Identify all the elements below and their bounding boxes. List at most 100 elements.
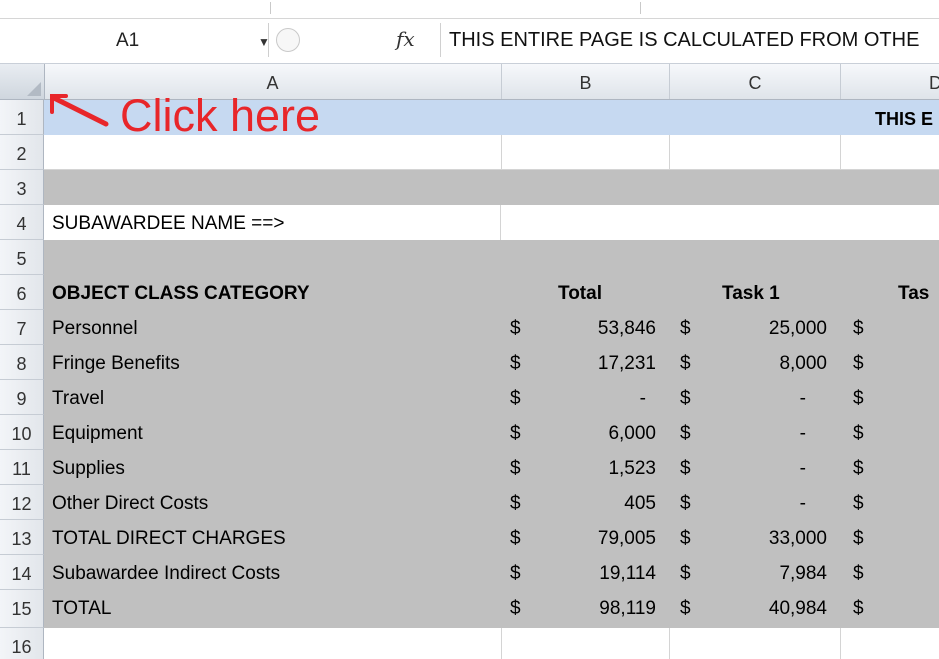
row-16: 16: [0, 628, 939, 659]
formula-controls: fx: [268, 23, 438, 57]
formula-bar: A1 ▼ fx THIS ENTIRE PAGE IS CALCULATED F…: [0, 19, 939, 64]
currency-symbol: $: [680, 458, 691, 479]
currency-symbol: $: [680, 493, 691, 514]
currency-symbol: $: [853, 423, 864, 444]
currency-symbol: $: [853, 528, 864, 549]
task1-value[interactable]: 40,984: [720, 590, 827, 628]
column-header-c[interactable]: C: [670, 64, 841, 99]
task2-header[interactable]: Tas: [898, 275, 939, 310]
currency-symbol: $: [853, 458, 864, 479]
currency-symbol: $: [510, 493, 521, 514]
category-label[interactable]: TOTAL DIRECT CHARGES: [44, 520, 484, 555]
row-header-6[interactable]: 6: [0, 275, 44, 310]
task1-value[interactable]: -: [720, 415, 806, 453]
category-label[interactable]: Other Direct Costs: [44, 485, 484, 520]
total-value[interactable]: 53,846: [560, 310, 656, 348]
category-label[interactable]: Travel: [44, 380, 484, 415]
budget-row: Other Direct Costs $405 $ - $: [0, 485, 939, 520]
total-value[interactable]: 98,119: [560, 590, 656, 628]
total-value[interactable]: 19,114: [560, 555, 656, 593]
total-value[interactable]: 6,000: [560, 415, 656, 453]
currency-symbol: $: [510, 528, 521, 549]
gridline: [840, 628, 841, 659]
currency-symbol: $: [853, 388, 864, 409]
task1-value[interactable]: 8,000: [720, 345, 827, 383]
total-value[interactable]: 17,231: [560, 345, 656, 383]
total-value[interactable]: -: [560, 380, 646, 418]
task1-value[interactable]: -: [720, 450, 806, 488]
gridline: [501, 135, 502, 170]
task1-value[interactable]: 25,000: [720, 310, 827, 348]
formula-input[interactable]: THIS ENTIRE PAGE IS CALCULATED FROM OTHE: [440, 23, 939, 57]
budget-row: Personnel $53,846 $25,000 $: [0, 310, 939, 345]
total-header[interactable]: Total: [558, 275, 658, 310]
name-box[interactable]: A1 ▼: [0, 23, 270, 57]
ribbon-strip: [0, 0, 939, 19]
budget-row: Fringe Benefits $17,231 $8,000 $: [0, 345, 939, 380]
gridline: [669, 628, 670, 659]
currency-symbol: $: [853, 353, 864, 374]
category-label[interactable]: Fringe Benefits: [44, 345, 484, 380]
click-here-annotation: Click here: [120, 90, 321, 141]
currency-symbol: $: [680, 528, 691, 549]
resize-handle-icon[interactable]: [276, 28, 300, 52]
column-header-d[interactable]: D: [841, 64, 939, 99]
currency-symbol: $: [510, 563, 521, 584]
budget-row: Travel $ - $ - $: [0, 380, 939, 415]
subawardee-name-value[interactable]: [502, 205, 939, 240]
currency-symbol: $: [853, 493, 864, 514]
row1-title-cell[interactable]: THIS E: [875, 100, 939, 135]
row-header-3[interactable]: 3: [0, 170, 44, 205]
currency-symbol: $: [510, 388, 521, 409]
ribbon-separator: [270, 2, 271, 14]
currency-symbol: $: [680, 598, 691, 619]
gridline: [669, 135, 670, 170]
currency-symbol: $: [853, 318, 864, 339]
formula-content: THIS ENTIRE PAGE IS CALCULATED FROM OTHE: [449, 29, 920, 51]
currency-symbol: $: [853, 563, 864, 584]
annotation-arrow-icon: [50, 94, 109, 127]
budget-block: 5 6 7 8 9 10 11 12 13 14 15 OBJECT CLASS…: [0, 240, 939, 628]
currency-symbol: $: [853, 598, 864, 619]
task1-value[interactable]: -: [720, 485, 806, 523]
currency-symbol: $: [680, 353, 691, 374]
task1-value[interactable]: 33,000: [720, 520, 827, 558]
currency-symbol: $: [510, 598, 521, 619]
task1-value[interactable]: 7,984: [720, 555, 827, 593]
budget-row: TOTAL $98,119 $40,984 $: [0, 590, 939, 628]
currency-symbol: $: [510, 318, 521, 339]
currency-symbol: $: [510, 423, 521, 444]
category-label[interactable]: TOTAL: [44, 590, 484, 628]
task1-header[interactable]: Task 1: [722, 275, 822, 310]
object-class-header[interactable]: OBJECT CLASS CATEGORY: [44, 275, 484, 310]
category-label[interactable]: Personnel: [44, 310, 484, 345]
row-header-5[interactable]: 5: [0, 240, 44, 275]
spreadsheet-grid: A B C D 1 THIS E 2 3 4 SUBAWARDEE NAME =…: [0, 64, 939, 659]
insert-function-icon[interactable]: fx: [396, 27, 415, 51]
row-header-4[interactable]: 4: [0, 205, 44, 240]
column-header-b[interactable]: B: [502, 64, 670, 99]
budget-row: Equipment $6,000 $ - $: [0, 415, 939, 450]
category-label[interactable]: Supplies: [44, 450, 484, 485]
total-value[interactable]: 79,005: [560, 520, 656, 558]
budget-row: Supplies $1,523 $ - $: [0, 450, 939, 485]
currency-symbol: $: [510, 353, 521, 374]
currency-symbol: $: [680, 318, 691, 339]
row-header-2[interactable]: 2: [0, 135, 44, 170]
row-3: 3: [0, 170, 939, 205]
total-value[interactable]: 1,523: [560, 450, 656, 488]
ribbon-separator: [640, 2, 641, 14]
select-all-icon: [27, 82, 41, 96]
total-value[interactable]: 405: [560, 485, 656, 523]
currency-symbol: $: [680, 423, 691, 444]
currency-symbol: $: [680, 563, 691, 584]
gridline: [501, 628, 502, 659]
select-all-button[interactable]: [0, 64, 45, 99]
category-label[interactable]: Equipment: [44, 415, 484, 450]
task1-value[interactable]: -: [720, 380, 806, 418]
row-header-1[interactable]: 1: [0, 100, 44, 135]
row-header-16[interactable]: 16: [0, 628, 44, 659]
subawardee-name-label[interactable]: SUBAWARDEE NAME ==>: [44, 205, 501, 240]
budget-row: Subawardee Indirect Costs $19,114 $7,984 $: [0, 555, 939, 590]
category-label[interactable]: Subawardee Indirect Costs: [44, 555, 484, 590]
